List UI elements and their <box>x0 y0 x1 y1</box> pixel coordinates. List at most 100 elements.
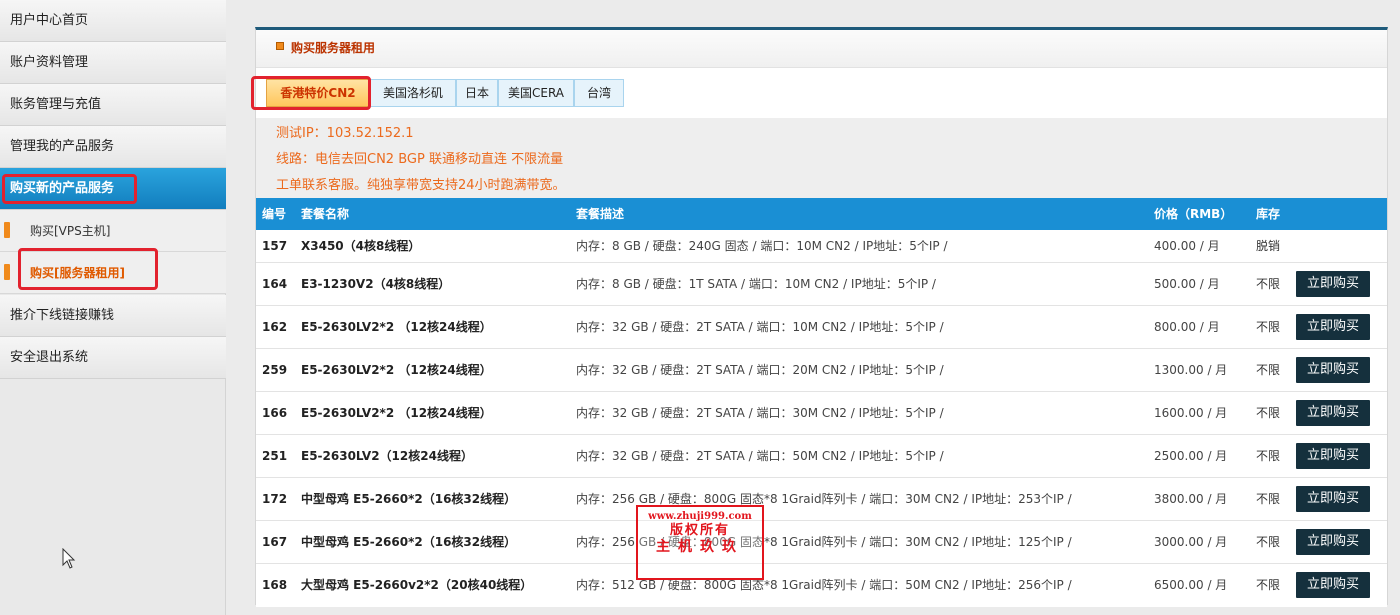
table-row: 157 X3450（4核8线程） 内存：8 GB / 硬盘：240G 固态 / … <box>256 230 1387 263</box>
table-row: 164 E3-1230V2（4核8线程） 内存：8 GB / 硬盘：1T SAT… <box>256 263 1387 306</box>
table-row: 167 中型母鸡 E5-2660*2（16核32线程） 内存：256 GB / … <box>256 521 1387 564</box>
row-price: 800.00 / 月 <box>1154 320 1220 334</box>
row-name: E3-1230V2（4核8线程） <box>301 277 451 291</box>
nav-label: 用户中心首页 <box>10 13 89 28</box>
row-name: E5-2630LV2（12核24线程） <box>301 449 473 463</box>
subnav-label: 购买[VPS主机] <box>30 224 111 238</box>
watermark-url: www.zhuji999.com <box>648 511 752 522</box>
main-panel: 购买服务器租用 香港特价CN2 美国洛杉矶 日本 美国CERA 台湾 测试IP：… <box>251 27 1388 607</box>
row-stock: 不限 <box>1256 449 1281 463</box>
row-name: E5-2630LV2*2 （12核24线程） <box>301 406 492 420</box>
row-desc: 内存：32 GB / 硬盘：2T SATA / 端口：50M CN2 / IP地… <box>576 449 944 463</box>
nav-label: 账户资料管理 <box>10 55 89 70</box>
buy-now-button[interactable]: 立即购买 <box>1296 572 1370 598</box>
orange-tab-icon <box>4 264 10 280</box>
nav-logout[interactable]: 安全退出系统 <box>0 337 226 379</box>
col-header-name: 套餐名称 <box>301 207 350 221</box>
col-header-stock: 库存 <box>1256 207 1281 221</box>
row-price: 6500.00 / 月 <box>1154 578 1228 592</box>
subnav-buy-server-rental[interactable]: 购买[服务器租用] <box>0 252 226 294</box>
test-ip-text: 测试IP：103.52.152.1 <box>276 126 414 141</box>
line-info: 测试IP：103.52.152.1 线路：电信去回CN2 BGP 联通移动直连 … <box>256 118 1387 198</box>
buy-now-button[interactable]: 立即购买 <box>1296 357 1370 383</box>
col-header-id: 编号 <box>262 207 287 221</box>
row-name: 大型母鸡 E5-2660v2*2（20核40线程） <box>301 578 533 592</box>
table-row: 166 E5-2630LV2*2 （12核24线程） 内存：32 GB / 硬盘… <box>256 392 1387 435</box>
table-header: 编号 套餐名称 套餐描述 价格（RMB） 库存 <box>256 198 1387 230</box>
table-row: 162 E5-2630LV2*2 （12核24线程） 内存：32 GB / 硬盘… <box>256 306 1387 349</box>
row-id: 162 <box>262 320 288 334</box>
title-bullet-icon <box>276 42 284 50</box>
panel-header: 购买服务器租用 <box>256 30 1387 68</box>
nav-label: 账务管理与充值 <box>10 97 102 112</box>
nav-billing-recharge[interactable]: 账务管理与充值 <box>0 84 226 126</box>
row-price: 3000.00 / 月 <box>1154 535 1228 549</box>
watermark-brand: 主机玖玖 <box>656 539 744 555</box>
row-id: 168 <box>262 578 288 592</box>
col-header-desc: 套餐描述 <box>576 207 625 221</box>
sidebar: 用户中心首页 账户资料管理 账务管理与充值 管理我的产品服务 购买新的产品服务 … <box>0 0 226 615</box>
support-note-text: 工单联系客服。纯独享带宽支持24小时跑满带宽。 <box>276 178 566 193</box>
col-header-price: 价格（RMB） <box>1154 207 1233 221</box>
row-price: 2500.00 / 月 <box>1154 449 1228 463</box>
subnav-buy-vps[interactable]: 购买[VPS主机] <box>0 210 226 252</box>
row-price: 400.00 / 月 <box>1154 239 1220 253</box>
table-row: 172 中型母鸡 E5-2660*2（16核32线程） 内存：256 GB / … <box>256 478 1387 521</box>
tab-us-cera[interactable]: 美国CERA <box>498 79 574 107</box>
row-desc: 内存：8 GB / 硬盘：240G 固态 / 端口：10M CN2 / IP地址… <box>576 239 948 253</box>
row-price: 3800.00 / 月 <box>1154 492 1228 506</box>
nav-buy-new-products[interactable]: 购买新的产品服务 <box>0 168 226 210</box>
row-name: 中型母鸡 E5-2660*2（16核32线程） <box>301 535 517 549</box>
row-id: 167 <box>262 535 288 549</box>
row-stock: 不限 <box>1256 535 1281 549</box>
buy-now-button[interactable]: 立即购买 <box>1296 271 1370 297</box>
tab-hongkong-cn2[interactable]: 香港特价CN2 <box>266 79 370 107</box>
row-id: 164 <box>262 277 288 291</box>
row-stock: 不限 <box>1256 578 1281 592</box>
row-stock: 不限 <box>1256 277 1281 291</box>
line-route-text: 线路：电信去回CN2 BGP 联通移动直连 不限流量 <box>276 152 564 167</box>
nav-account-profile[interactable]: 账户资料管理 <box>0 42 226 84</box>
row-stock: 不限 <box>1256 406 1281 420</box>
buy-now-button[interactable]: 立即购买 <box>1296 443 1370 469</box>
mouse-pointer-icon <box>62 548 76 569</box>
page-title: 购买服务器租用 <box>291 41 376 55</box>
row-id: 166 <box>262 406 288 420</box>
tab-taiwan[interactable]: 台湾 <box>574 79 624 107</box>
row-id: 259 <box>262 363 288 377</box>
row-desc: 内存：8 GB / 硬盘：1T SATA / 端口：10M CN2 / IP地址… <box>576 277 936 291</box>
row-desc: 内存：32 GB / 硬盘：2T SATA / 端口：20M CN2 / IP地… <box>576 363 944 377</box>
orange-tab-icon <box>4 222 10 238</box>
nav-label: 购买新的产品服务 <box>10 181 115 196</box>
row-id: 157 <box>262 239 288 253</box>
row-desc: 内存：32 GB / 硬盘：2T SATA / 端口：30M CN2 / IP地… <box>576 406 944 420</box>
buy-now-button[interactable]: 立即购买 <box>1296 314 1370 340</box>
row-price: 1600.00 / 月 <box>1154 406 1228 420</box>
nav-my-products[interactable]: 管理我的产品服务 <box>0 126 226 168</box>
nav-user-center-home[interactable]: 用户中心首页 <box>0 0 226 42</box>
row-stock: 不限 <box>1256 363 1281 377</box>
row-stock: 不限 <box>1256 320 1281 334</box>
buy-now-button[interactable]: 立即购买 <box>1296 529 1370 555</box>
row-name: E5-2630LV2*2 （12核24线程） <box>301 320 492 334</box>
row-id: 172 <box>262 492 288 506</box>
row-desc: 内存：32 GB / 硬盘：2T SATA / 端口：10M CN2 / IP地… <box>576 320 944 334</box>
tab-us-losangeles[interactable]: 美国洛杉矶 <box>370 79 456 107</box>
nav-label: 安全退出系统 <box>10 350 89 365</box>
row-name: 中型母鸡 E5-2660*2（16核32线程） <box>301 492 517 506</box>
buy-now-button[interactable]: 立即购买 <box>1296 486 1370 512</box>
row-id: 251 <box>262 449 288 463</box>
nav-referral-earn[interactable]: 推介下线链接赚钱 <box>0 295 226 337</box>
row-name: E5-2630LV2*2 （12核24线程） <box>301 363 492 377</box>
table-row: 259 E5-2630LV2*2 （12核24线程） 内存：32 GB / 硬盘… <box>256 349 1387 392</box>
buy-now-button[interactable]: 立即购买 <box>1296 400 1370 426</box>
row-price: 1300.00 / 月 <box>1154 363 1228 377</box>
tab-japan[interactable]: 日本 <box>456 79 498 107</box>
nav-label: 推介下线链接赚钱 <box>10 308 115 323</box>
watermark-stamp: www.zhuji999.com 版权所有 主机玖玖 <box>636 505 764 580</box>
row-stock: 脱销 <box>1256 239 1281 253</box>
subnav-label: 购买[服务器租用] <box>30 266 125 280</box>
table-row: 168 大型母鸡 E5-2660v2*2（20核40线程） 内存：512 GB … <box>256 564 1387 607</box>
watermark-copyright: 版权所有 <box>669 523 730 538</box>
nav-label: 管理我的产品服务 <box>10 139 115 154</box>
